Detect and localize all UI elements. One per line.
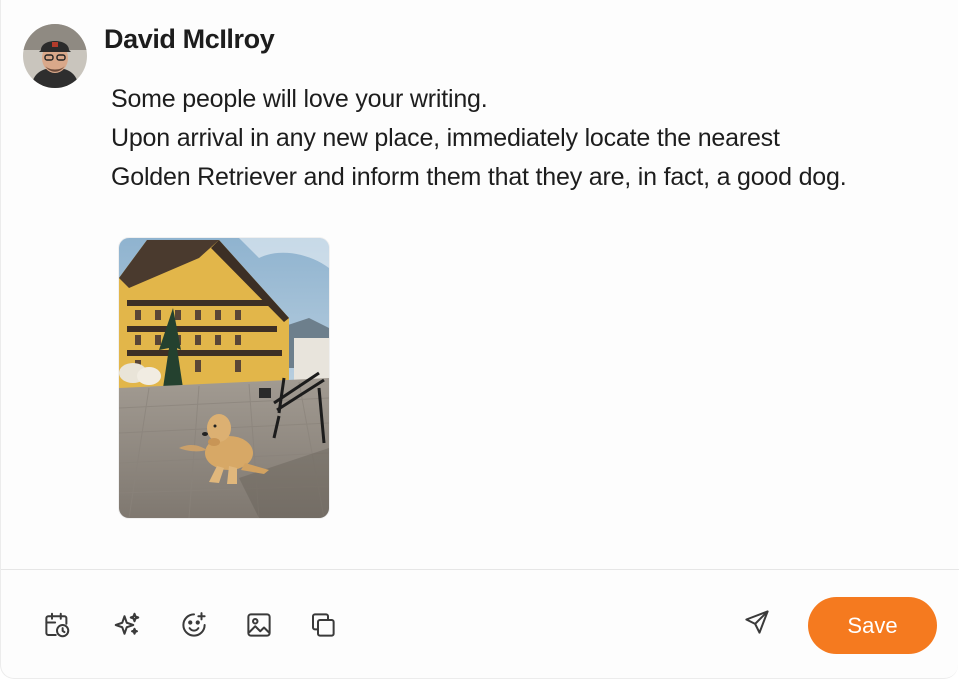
image-icon[interactable] xyxy=(243,609,275,641)
post-line: Golden Retriever and inform them that th… xyxy=(111,163,847,191)
schedule-icon[interactable] xyxy=(41,609,73,641)
copy-icon[interactable] xyxy=(307,609,339,641)
post-composer-card: David McIlroy Some people will love your… xyxy=(0,0,959,679)
attached-photo[interactable] xyxy=(119,238,329,518)
save-button[interactable]: Save xyxy=(808,597,937,654)
author-name: David McIlroy xyxy=(104,24,275,54)
send-icon[interactable] xyxy=(741,606,773,638)
post-body[interactable]: Some people will love your writing. Upon… xyxy=(111,80,941,197)
post-line: Upon arrival in any new place, immediate… xyxy=(111,124,780,152)
post-line: Some people will love your writing. xyxy=(111,85,488,113)
toolbar-divider xyxy=(1,569,959,570)
ai-sparkles-icon[interactable] xyxy=(111,609,143,641)
emoji-add-icon[interactable] xyxy=(178,609,210,641)
avatar[interactable] xyxy=(23,24,87,88)
